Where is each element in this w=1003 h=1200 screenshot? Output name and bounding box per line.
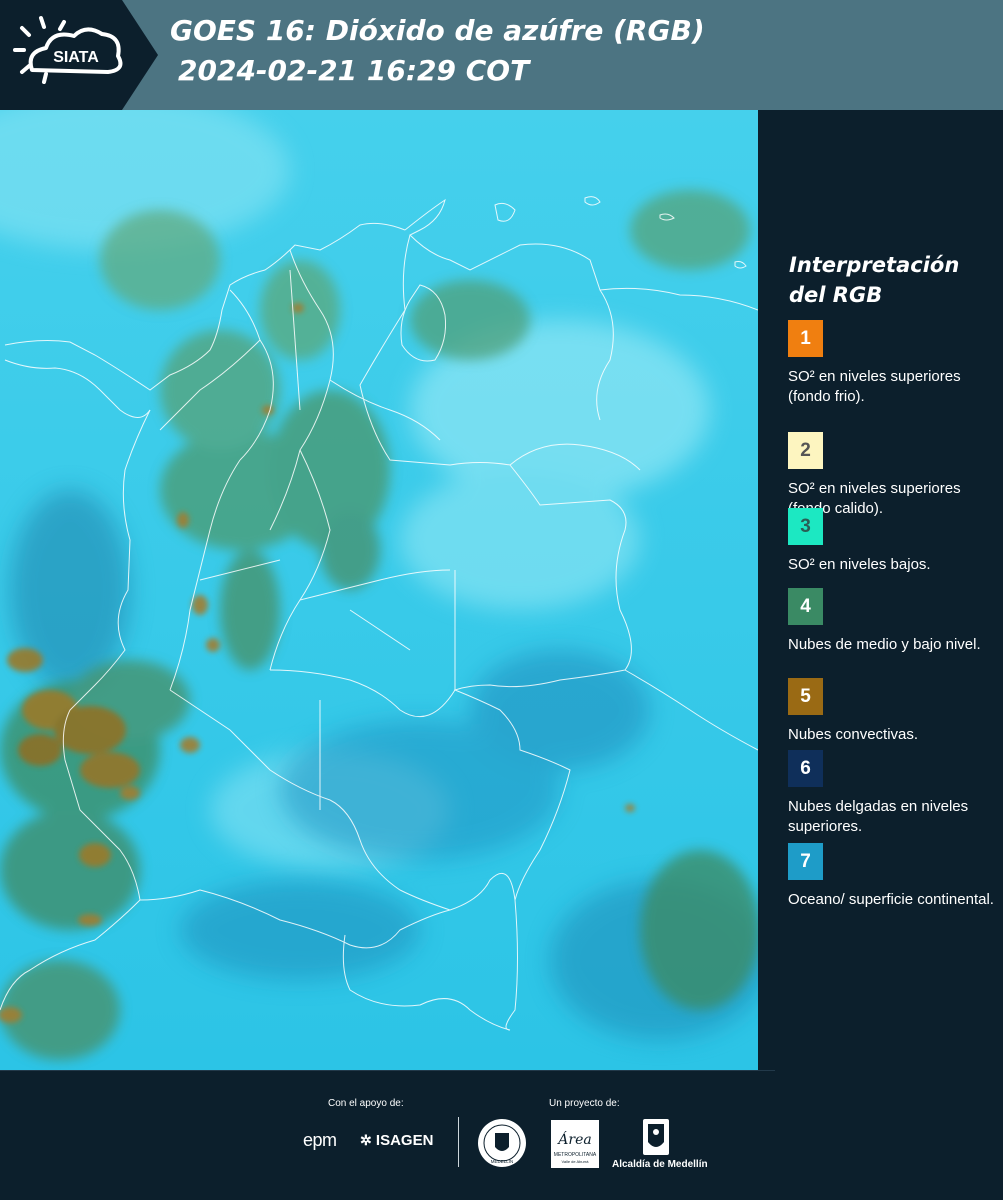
- legend-item-5: 5 Nubes convectivas.: [788, 678, 998, 745]
- legend-label-5: Nubes convectivas.: [788, 726, 919, 743]
- timestamp: 2024-02-21 16:29 COT: [178, 54, 530, 87]
- legend-item-2: 2 SO² en niveles superiores (fondo calido…: [788, 432, 998, 519]
- isagen-logo: ✲ ISAGEN: [360, 1132, 433, 1149]
- medellin-seal-logo: MEDELLÍN: [476, 1117, 528, 1174]
- legend-swatch-3: 3: [788, 508, 823, 545]
- legend-label-7: Oceano/ superficie continental.: [788, 891, 994, 908]
- alcaldia-caption: Alcaldía de Medellín: [612, 1159, 708, 1170]
- page-title: GOES 16: Dióxido de azúfre (RGB): [170, 14, 705, 47]
- legend-swatch-5: 5: [788, 678, 823, 715]
- legend-title-line1: Interpretación: [789, 253, 960, 277]
- logo-text: SIATA: [53, 49, 99, 66]
- legend-item-6: 6 Nubes delgadas en niveles superiores.: [788, 750, 998, 837]
- legend-swatch-4: 4: [788, 588, 823, 625]
- legend-item-4: 4 Nubes de medio y bajo nivel.: [788, 588, 998, 655]
- footer: Con el apoyo de: Un proyecto de: epm ✲ I…: [0, 1070, 1003, 1200]
- legend-swatch-2: 2: [788, 432, 823, 469]
- legend-label-4: Nubes de medio y bajo nivel.: [788, 636, 981, 653]
- legend-swatch-7: 7: [788, 843, 823, 880]
- footer-divider-line: [0, 1070, 775, 1071]
- siata-logo: SIATA: [0, 0, 158, 110]
- area-metropolitana-logo: Área METROPOLITANA Valle de Aburrá: [551, 1120, 599, 1173]
- project-caption: Un proyecto de:: [549, 1098, 620, 1109]
- alcaldia-shield-icon: [640, 1118, 672, 1161]
- svg-text:MEDELLÍN: MEDELLÍN: [491, 1158, 514, 1164]
- legend-item-3: 3 SO² en niveles bajos.: [788, 508, 998, 575]
- epm-logo: epm: [303, 1130, 337, 1150]
- svg-text:Área: Área: [556, 1130, 591, 1148]
- legend-swatch-1: 1: [788, 320, 823, 357]
- legend-title-line2: del RGB: [789, 283, 883, 307]
- legend-label-1: SO² en niveles superiores (fondo frio).: [788, 368, 961, 405]
- header: SIATA GOES 16: Dióxido de azúfre (RGB) 2…: [0, 0, 1003, 110]
- legend-panel: Interpretación del RGB 1 SO² en niveles s…: [758, 110, 1003, 1070]
- legend-item-1: 1 SO² en niveles superiores (fondo frio).: [788, 320, 998, 407]
- isagen-icon: ✲: [360, 1132, 372, 1148]
- svg-text:Valle de Aburrá: Valle de Aburrá: [561, 1159, 589, 1164]
- legend-label-6: Nubes delgadas en niveles superiores.: [788, 798, 969, 835]
- legend-label-3: SO² en niveles bajos.: [788, 556, 931, 573]
- legend-title: Interpretación del RGB: [789, 250, 989, 310]
- support-caption: Con el apoyo de:: [328, 1098, 404, 1109]
- legend-swatch-6: 6: [788, 750, 823, 787]
- svg-text:METROPOLITANA: METROPOLITANA: [554, 1152, 597, 1158]
- footer-divider: [458, 1117, 459, 1167]
- satellite-image: [0, 110, 758, 1070]
- legend-item-7: 7 Oceano/ superficie continental.: [788, 843, 998, 910]
- isagen-label: ISAGEN: [375, 1132, 434, 1149]
